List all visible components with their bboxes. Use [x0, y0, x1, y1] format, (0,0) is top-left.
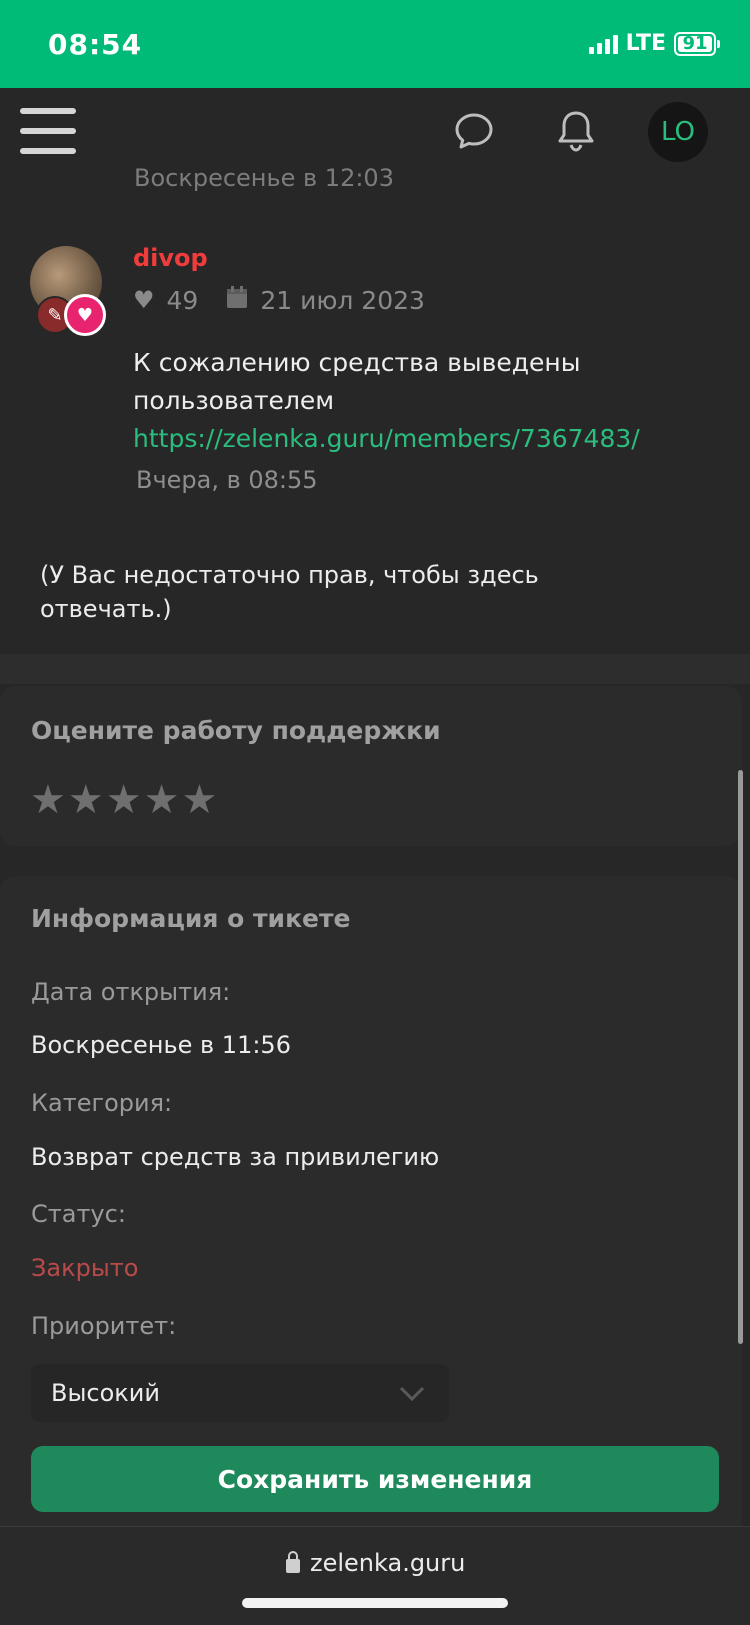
priority-select[interactable]: Высокий	[31, 1364, 449, 1422]
chat-icon[interactable]	[453, 110, 495, 156]
battery-icon: 91	[674, 31, 720, 56]
post-likes: 49	[166, 285, 199, 315]
category-label: Категория:	[31, 1089, 173, 1117]
star-icon[interactable]: ★	[106, 780, 142, 820]
open-date-value: Воскресенье в 11:56	[31, 1031, 291, 1059]
url-display[interactable]: zelenka.guru	[286, 1549, 465, 1577]
post-meta: ♥ 49 21 июл 2023	[133, 285, 425, 315]
star-icon[interactable]: ★	[144, 780, 180, 820]
priority-label: Приоритет:	[31, 1312, 177, 1340]
url-domain: zelenka.guru	[310, 1549, 466, 1577]
priority-value: Высокий	[51, 1379, 160, 1407]
home-indicator	[242, 1598, 508, 1608]
ticket-info-title: Информация о тикете	[31, 904, 351, 933]
battery-level: 91	[682, 32, 708, 54]
menu-icon[interactable]	[20, 108, 76, 158]
calendar-icon	[226, 285, 248, 315]
post-message-line1: К сожалению средства выведены	[133, 348, 581, 377]
status-label: Статус:	[31, 1200, 126, 1228]
previous-post-time: Воскресенье в 12:03	[134, 164, 394, 192]
star-icon[interactable]: ★	[30, 780, 66, 820]
browser-url-bar[interactable]: zelenka.guru	[0, 1526, 750, 1625]
bell-icon[interactable]	[554, 108, 598, 158]
section-divider	[0, 654, 750, 684]
chevron-down-icon	[399, 1386, 425, 1402]
open-date-label: Дата открытия:	[31, 978, 231, 1006]
heart-icon: ♥	[133, 286, 155, 314]
post-username[interactable]: divop	[133, 244, 208, 272]
post-message: К сожалению средства выведены пользовате…	[133, 344, 713, 458]
no-permission-notice: (У Вас недостаточно прав, чтобы здесь от…	[40, 561, 539, 623]
network-type: LTE	[625, 31, 666, 56]
rating-stars: ★ ★ ★ ★ ★	[30, 780, 217, 820]
scrollbar[interactable]	[738, 770, 743, 1344]
category-value: Возврат средств за привилегию	[31, 1143, 440, 1171]
status-time: 08:54	[48, 28, 143, 61]
star-icon[interactable]: ★	[68, 780, 104, 820]
rating-title: Оцените работу поддержки	[31, 716, 441, 745]
status-indicators: LTE 91	[588, 31, 720, 56]
user-avatar[interactable]: LO	[648, 102, 708, 162]
status-bar: 08:54 LTE 91	[0, 0, 750, 88]
star-icon[interactable]: ★	[181, 780, 217, 820]
signal-icon	[588, 34, 618, 54]
post-message-line2: пользователем	[133, 386, 335, 415]
post-time: Вчера, в 08:55	[136, 466, 318, 494]
heart-badge-icon: ♥	[64, 294, 106, 336]
post-date: 21 июл 2023	[260, 285, 425, 315]
save-changes-button[interactable]: Сохранить изменения	[31, 1446, 719, 1512]
lock-icon	[286, 1551, 300, 1573]
status-value: Закрыто	[31, 1254, 139, 1282]
post-link[interactable]: https://zelenka.guru/members/7367483/	[133, 420, 713, 458]
